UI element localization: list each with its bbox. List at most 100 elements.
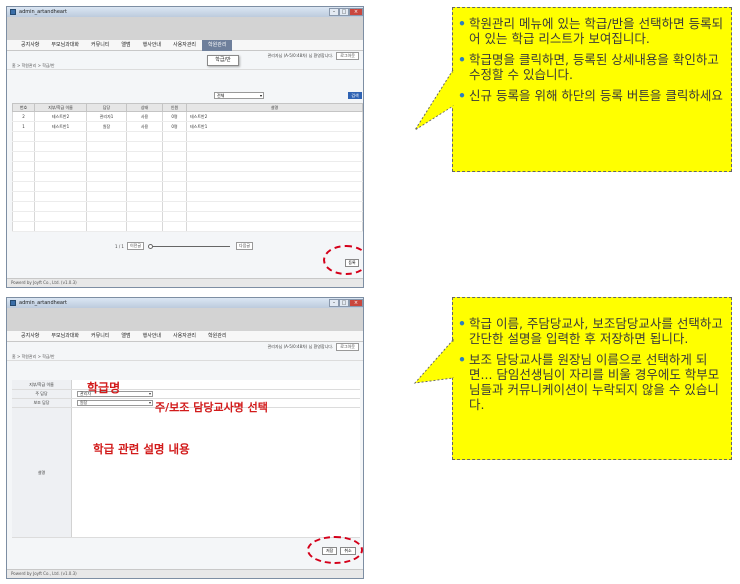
menu-users[interactable]: 사용자관리 bbox=[167, 40, 202, 51]
maximize-icon[interactable]: □ bbox=[339, 8, 349, 16]
cell-description: 테스트반1 bbox=[186, 121, 363, 132]
menu-users[interactable]: 사용자관리 bbox=[167, 331, 202, 342]
cell-description: 테스트반2 bbox=[186, 111, 363, 122]
table-row[interactable]: 1 테스트반1 원장 사용 0명 테스트반1 bbox=[12, 121, 363, 132]
annotation-description: 학급 관련 설명 내용 bbox=[93, 442, 190, 456]
user-info-bar: 관리자님 (A-5/0:48차) 님 환영합니다. 로그아웃 bbox=[7, 342, 363, 352]
empty-row bbox=[12, 221, 363, 232]
welcome-text: 관리자님 (A-5/0:48차) 님 환영합니다. bbox=[267, 344, 334, 349]
menu-community[interactable]: 커뮤니티 bbox=[85, 40, 115, 51]
callout-top-item: 신규 등록을 위해 하단의 등록 버튼을 클릭하세요 bbox=[457, 88, 725, 103]
menu-notice[interactable]: 공지사항 bbox=[15, 331, 45, 342]
cell-status: 사용 bbox=[126, 111, 163, 122]
search-button[interactable]: 검색 bbox=[348, 92, 362, 99]
logout-button[interactable]: 로그아웃 bbox=[336, 52, 359, 60]
breadcrumb: 홈 > 학원관리 > 학급/반 bbox=[7, 61, 363, 70]
menu-album[interactable]: 앨범 bbox=[115, 40, 136, 51]
description-textarea[interactable] bbox=[72, 408, 360, 537]
class-list-window: admin_artandheart – □ × 공지사항 부모님과대화 커뮤니티… bbox=[6, 6, 364, 288]
col-class-name: 지부/학급 이름 bbox=[34, 103, 87, 112]
footer: Powerd by Joyft Co., Ltd. (v1.0.3) bbox=[7, 278, 363, 287]
logout-button[interactable]: 로그아웃 bbox=[336, 343, 359, 351]
page-slider[interactable] bbox=[148, 243, 231, 249]
breadcrumb: 홈 > 학원관리 > 학급/반 bbox=[7, 352, 363, 361]
annotation-class-name: 학급명 bbox=[87, 381, 121, 395]
menu-notice[interactable]: 공지사항 bbox=[15, 40, 45, 51]
callout-bottom: 학급 이름, 주담당교사, 보조담당교사를 선택하고 간단한 설명을 입력한 후… bbox=[413, 297, 732, 460]
menu-community[interactable]: 커뮤니티 bbox=[85, 331, 115, 342]
col-number: 번호 bbox=[12, 103, 35, 112]
close-icon[interactable]: × bbox=[349, 8, 363, 16]
menu-academy[interactable]: 학원관리 bbox=[202, 39, 233, 51]
site-banner bbox=[7, 17, 363, 40]
callout-top: 학원관리 메뉴에 있는 학급/반을 선택하면 등록되어 있는 학급 리스트가 보… bbox=[414, 7, 732, 172]
label-description: 설명 bbox=[12, 408, 72, 537]
callout-top-item: 학급명을 클릭하면, 등록된 상세내용을 확인하고 수정할 수 있습니다. bbox=[457, 52, 725, 82]
maximize-icon[interactable]: □ bbox=[339, 299, 349, 307]
slider-handle[interactable] bbox=[148, 243, 154, 249]
window-title: admin_artandheart bbox=[19, 300, 67, 306]
title-bar: admin_artandheart – □ × bbox=[7, 7, 363, 17]
empty-row bbox=[12, 211, 363, 222]
col-status: 상태 bbox=[126, 103, 163, 112]
close-icon[interactable]: × bbox=[349, 299, 363, 307]
app-icon bbox=[10, 9, 16, 15]
table-row[interactable]: 2 테스트반2 관리자1 사용 0명 테스트반2 bbox=[12, 111, 363, 122]
menu-events[interactable]: 행사안내 bbox=[137, 40, 167, 51]
empty-row bbox=[12, 161, 363, 172]
empty-row bbox=[12, 201, 363, 212]
class-table: 번호 지부/학급 이름 담당 상태 인원 설명 2 테스트반2 관리자1 사용 … bbox=[12, 103, 363, 232]
callout-top-item: 학원관리 메뉴에 있는 학급/반을 선택하면 등록되어 있는 학급 리스트가 보… bbox=[457, 16, 725, 46]
cell-number: 1 bbox=[12, 121, 35, 132]
class-form-window: admin_artandheart – □ × 공지사항 부모님과대화 커뮤니티… bbox=[6, 297, 364, 579]
register-highlight-circle bbox=[323, 245, 363, 275]
sub-teacher-select[interactable]: 원장 bbox=[77, 400, 153, 406]
label-main-teacher: 주 담당 bbox=[12, 390, 72, 398]
label-class-name: 지부/학급 이름 bbox=[12, 380, 72, 389]
cell-status: 사용 bbox=[126, 121, 163, 132]
minimize-icon[interactable]: – bbox=[329, 299, 339, 307]
menu-album[interactable]: 앨범 bbox=[115, 331, 136, 342]
col-count: 인원 bbox=[162, 103, 187, 112]
empty-row bbox=[12, 151, 363, 162]
main-menu: 공지사항 부모님과대화 커뮤니티 앨범 행사안내 사용자관리 학원관리 bbox=[7, 331, 363, 342]
callout-top-list: 학원관리 메뉴에 있는 학급/반을 선택하면 등록되어 있는 학급 리스트가 보… bbox=[457, 16, 725, 109]
menu-events[interactable]: 행사안내 bbox=[137, 331, 167, 342]
callout-bottom-item: 학급 이름, 주담당교사, 보조담당교사를 선택하고 간단한 설명을 입력한 후… bbox=[457, 316, 725, 346]
welcome-text: 관리자님 (A-5/0:48차) 님 환영합니다. bbox=[267, 53, 334, 58]
status-filter-select[interactable]: 전체 bbox=[214, 92, 264, 99]
annotation-teacher-select: 주/보조 담당교사명 선택 bbox=[155, 401, 268, 414]
next-page-button[interactable]: 다음글 bbox=[236, 242, 254, 250]
row-description: 설명 bbox=[12, 408, 360, 538]
window-title: admin_artandheart bbox=[19, 9, 67, 15]
submenu-class[interactable]: 학급/반 bbox=[207, 55, 239, 66]
footer: Powerd by Joyft Co., Ltd. (v1.0.3) bbox=[7, 569, 363, 578]
cell-teacher: 관리자1 bbox=[86, 111, 127, 122]
empty-row bbox=[12, 141, 363, 152]
minimize-icon[interactable]: – bbox=[329, 8, 339, 16]
col-description: 설명 bbox=[186, 103, 363, 112]
cell-teacher: 원장 bbox=[86, 121, 127, 132]
callout-pointer bbox=[414, 68, 454, 131]
cell-count: 0명 bbox=[162, 111, 187, 122]
app-icon bbox=[10, 300, 16, 306]
class-name-link[interactable]: 테스트반2 bbox=[34, 111, 87, 122]
row-class-name: 지부/학급 이름 bbox=[12, 380, 360, 390]
col-teacher: 담당 bbox=[86, 103, 127, 112]
user-info-bar: 관리자님 (A-5/0:48차) 님 환영합니다. 로그아웃 bbox=[7, 51, 363, 61]
pagination: 1 / 1 이전글 다음글 bbox=[115, 242, 254, 250]
save-highlight-circle bbox=[307, 536, 363, 564]
empty-row bbox=[12, 191, 363, 202]
empty-row bbox=[12, 181, 363, 192]
class-name-link[interactable]: 테스트반1 bbox=[34, 121, 87, 132]
empty-row bbox=[12, 171, 363, 182]
callout-bottom-item: 보조 담당교사를 원장님 이름으로 선택하게 되면... 담임선생님이 자리를 … bbox=[457, 352, 725, 412]
filter-bar: 전체 검색 bbox=[7, 91, 363, 101]
menu-parents[interactable]: 부모님과대화 bbox=[45, 40, 85, 51]
callout-bottom-list: 학급 이름, 주담당교사, 보조담당교사를 선택하고 간단한 설명을 입력한 후… bbox=[457, 316, 725, 418]
menu-parents[interactable]: 부모님과대화 bbox=[45, 331, 85, 342]
cell-count: 0명 bbox=[162, 121, 187, 132]
prev-page-button[interactable]: 이전글 bbox=[126, 242, 145, 250]
page-indicator: 1 / 1 bbox=[115, 243, 124, 249]
menu-academy[interactable]: 학원관리 bbox=[202, 331, 232, 342]
